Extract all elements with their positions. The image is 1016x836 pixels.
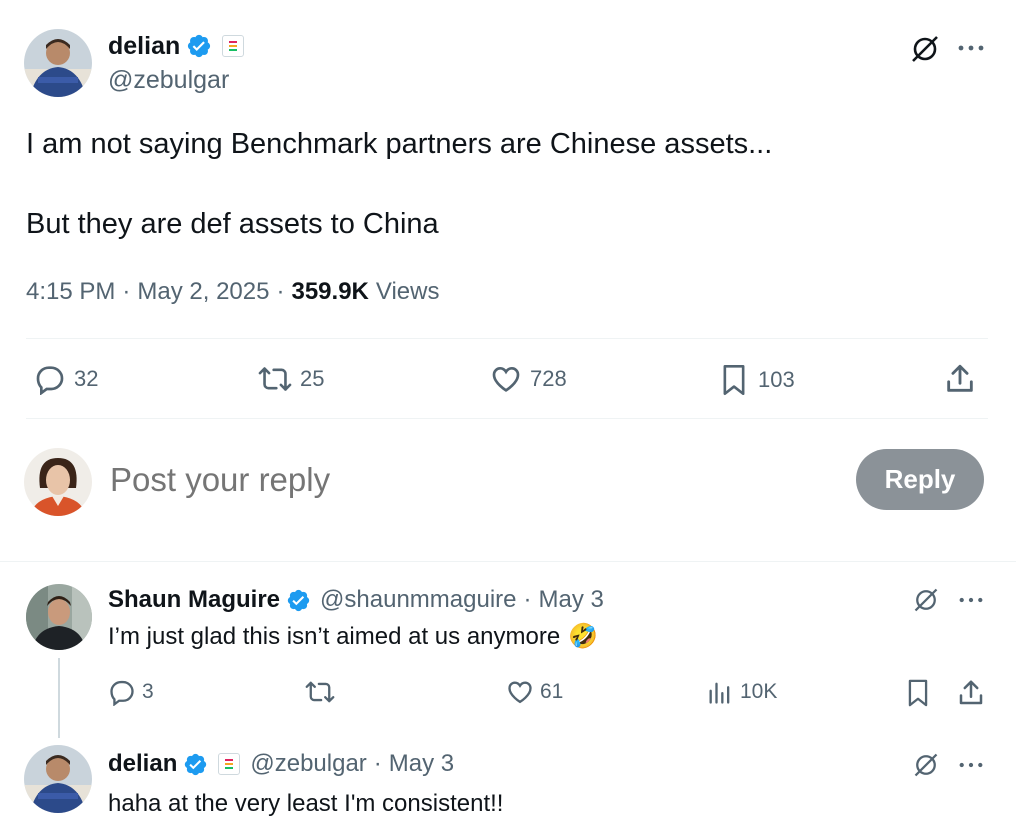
- author-handle[interactable]: @zebulgar: [108, 66, 229, 95]
- repost-action[interactable]: 25: [258, 363, 324, 395]
- tweet-meta: 4:15 PM · May 2, 2025 · 359.9K Views: [26, 278, 439, 306]
- reply-input[interactable]: [110, 458, 810, 502]
- repost-icon: [258, 363, 292, 395]
- reply-action[interactable]: 3: [108, 678, 154, 706]
- reply-date[interactable]: May 3: [538, 586, 603, 614]
- heart-icon: [506, 678, 534, 706]
- meta-separator: ·: [523, 586, 532, 613]
- like-action[interactable]: 61: [506, 678, 563, 706]
- author-avatar[interactable]: [24, 29, 92, 97]
- repost-action[interactable]: [305, 678, 335, 706]
- meta-separator: ·: [122, 278, 131, 305]
- reply-author-name[interactable]: delian: [108, 750, 177, 778]
- reply-text: haha at the very least I'm consistent!!: [108, 790, 504, 817]
- verified-badge-icon: [186, 33, 212, 59]
- share-icon[interactable]: [943, 362, 977, 396]
- grok-icon[interactable]: [909, 33, 941, 65]
- reply-author-handle[interactable]: @zebulgar: [250, 750, 366, 778]
- bookmark-count: 103: [758, 367, 795, 392]
- more-options-icon[interactable]: [958, 755, 984, 775]
- reply-count: 3: [142, 680, 154, 703]
- reply-action[interactable]: 32: [34, 363, 98, 395]
- verified-badge-icon: [183, 752, 208, 777]
- affiliate-flag-icon: [222, 35, 245, 57]
- reply-author-handle[interactable]: @shaunmmaguire: [320, 586, 516, 614]
- section-divider: [0, 561, 1016, 562]
- like-action[interactable]: 728: [490, 363, 567, 395]
- like-count: 728: [530, 366, 567, 391]
- tweet-text-line-2: But they are def assets to China: [26, 208, 439, 240]
- divider: [26, 338, 988, 339]
- reply-author-name[interactable]: Shaun Maguire: [108, 586, 280, 614]
- grok-icon[interactable]: [912, 586, 940, 614]
- reply-icon: [108, 678, 136, 706]
- repost-count: 25: [300, 366, 325, 391]
- tweet-text-line-1: I am not saying Benchmark partners are C…: [26, 128, 773, 160]
- views-action[interactable]: 10K: [706, 678, 777, 706]
- meta-separator: ·: [373, 750, 382, 777]
- tweet-date[interactable]: May 2, 2025: [137, 278, 269, 306]
- views-count: 359.9K: [291, 278, 369, 305]
- reply-count: 32: [74, 366, 99, 391]
- divider: [26, 418, 988, 419]
- analytics-icon: [706, 678, 734, 706]
- reply-author-avatar[interactable]: [24, 745, 92, 813]
- reply-date[interactable]: May 3: [389, 750, 454, 778]
- affiliate-flag-icon: [218, 753, 241, 775]
- bookmark-icon: [718, 363, 750, 397]
- reply-button[interactable]: Reply: [856, 449, 984, 510]
- reply-text: I’m just glad this isn’t aimed at us any…: [108, 622, 561, 650]
- author-name[interactable]: delian: [108, 32, 180, 61]
- tweet-time[interactable]: 4:15 PM: [26, 278, 115, 306]
- rofl-emoji: 🤣: [568, 623, 599, 650]
- more-options-icon[interactable]: [957, 38, 985, 58]
- meta-separator: ·: [276, 278, 285, 305]
- thread-line: [58, 658, 60, 738]
- more-options-icon[interactable]: [958, 590, 984, 610]
- bookmark-icon[interactable]: [904, 678, 932, 708]
- repost-icon: [305, 678, 335, 706]
- grok-icon[interactable]: [912, 751, 940, 779]
- views-count: 10K: [740, 680, 778, 703]
- verified-badge-icon: [286, 588, 311, 613]
- views-label: Views: [375, 278, 440, 305]
- reply-icon: [34, 363, 66, 395]
- heart-icon: [490, 363, 522, 395]
- current-user-avatar[interactable]: [24, 448, 92, 516]
- bookmark-action[interactable]: 103: [718, 363, 795, 397]
- share-icon[interactable]: [956, 678, 986, 708]
- like-count: 61: [540, 680, 564, 703]
- reply-author-avatar[interactable]: [26, 584, 92, 650]
